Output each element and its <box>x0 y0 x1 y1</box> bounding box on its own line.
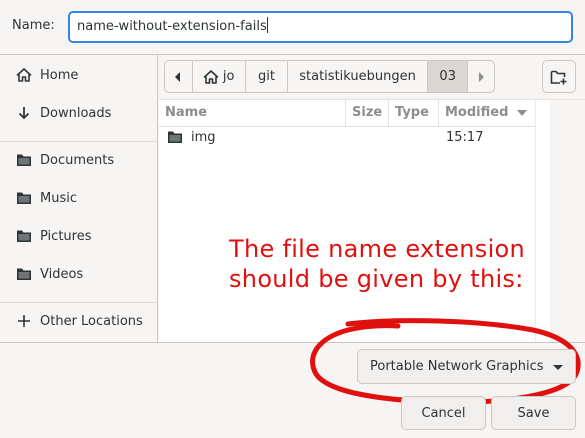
plus-icon <box>16 313 32 329</box>
name-label: Name: <box>12 18 55 33</box>
path-scroll-right-button[interactable] <box>468 61 494 92</box>
file-type-filter-value: Portable Network Graphics <box>370 359 544 374</box>
chevron-down-icon <box>553 365 563 370</box>
download-icon <box>16 105 32 121</box>
annotation-line-2: should be given by this: <box>229 265 524 293</box>
sidebar-item-label: Videos <box>40 266 84 282</box>
sidebar-item-pictures[interactable]: Pictures <box>0 218 158 254</box>
sidebar-item-label: Downloads <box>40 105 112 121</box>
sidebar-item-label: Other Locations <box>40 313 143 329</box>
sort-descending-icon <box>517 110 527 116</box>
text-cursor <box>266 17 268 33</box>
file-modified: 15:17 <box>446 130 484 145</box>
path-crumb-label: statistikuebungen <box>299 69 416 84</box>
list-scrollbar-area[interactable] <box>535 100 550 342</box>
annotation-line-1: The file name extension <box>229 235 526 263</box>
sidebar-item-label: Music <box>40 190 77 206</box>
new-folder-icon <box>550 70 567 84</box>
path-crumb-current[interactable]: 03 <box>428 61 469 92</box>
sidebar-item-other-locations[interactable]: Other Locations <box>0 303 158 339</box>
home-icon <box>203 69 219 84</box>
sidebar-item-documents[interactable]: Documents <box>0 142 158 178</box>
chevron-right-icon <box>479 71 485 82</box>
filename-value: name-without-extension-fails <box>77 19 267 34</box>
column-modified-header[interactable]: Modified <box>439 100 535 126</box>
sidebar-item-label: Documents <box>40 152 115 168</box>
path-crumb-home[interactable]: jo <box>193 61 246 92</box>
column-modified-label: Modified <box>445 105 509 120</box>
column-header: Name Size Type Modified <box>159 100 535 127</box>
red-annotation-text: The file name extension should be given … <box>229 234 559 294</box>
file-type-filter-dropdown[interactable]: Portable Network Graphics <box>357 349 576 384</box>
chevron-left-icon <box>175 71 181 82</box>
column-type-header[interactable]: Type <box>389 100 439 126</box>
folder-icon <box>16 190 32 206</box>
places-sidebar: Home Downloads Documents Music Pictures … <box>0 55 158 342</box>
sidebar-item-downloads[interactable]: Downloads <box>0 95 158 131</box>
folder-icon <box>16 266 32 282</box>
sidebar-item-music[interactable]: Music <box>0 180 158 216</box>
path-crumb-label: 03 <box>439 69 456 84</box>
path-bar: jo git statistikuebungen 03 <box>164 60 495 93</box>
sidebar-item-label: Pictures <box>40 228 92 244</box>
path-crumb-git[interactable]: git <box>246 61 289 92</box>
path-scroll-left-button[interactable] <box>165 61 193 92</box>
new-folder-button[interactable] <box>542 60 576 93</box>
path-crumb-statistikuebungen[interactable]: statistikuebungen <box>288 61 428 92</box>
folder-icon <box>16 152 32 168</box>
path-crumb-label: git <box>257 69 275 84</box>
sidebar-item-label: Home <box>40 67 79 83</box>
cancel-button[interactable]: Cancel <box>401 396 486 430</box>
file-row[interactable]: img 15:17 <box>159 127 535 149</box>
filename-input[interactable]: name-without-extension-fails <box>68 11 573 43</box>
folder-icon <box>16 228 32 244</box>
column-name-header[interactable]: Name <box>159 100 346 126</box>
sidebar-item-videos[interactable]: Videos <box>0 256 158 292</box>
sidebar-item-home[interactable]: Home <box>0 57 158 93</box>
file-list[interactable]: Name Size Type Modified img 15:17 <box>159 100 535 342</box>
path-crumb-label: jo <box>222 69 235 84</box>
folder-icon <box>168 131 182 143</box>
save-button[interactable]: Save <box>491 396 576 430</box>
file-name: img <box>191 130 216 145</box>
home-icon <box>16 67 32 83</box>
column-size-header[interactable]: Size <box>346 100 389 126</box>
